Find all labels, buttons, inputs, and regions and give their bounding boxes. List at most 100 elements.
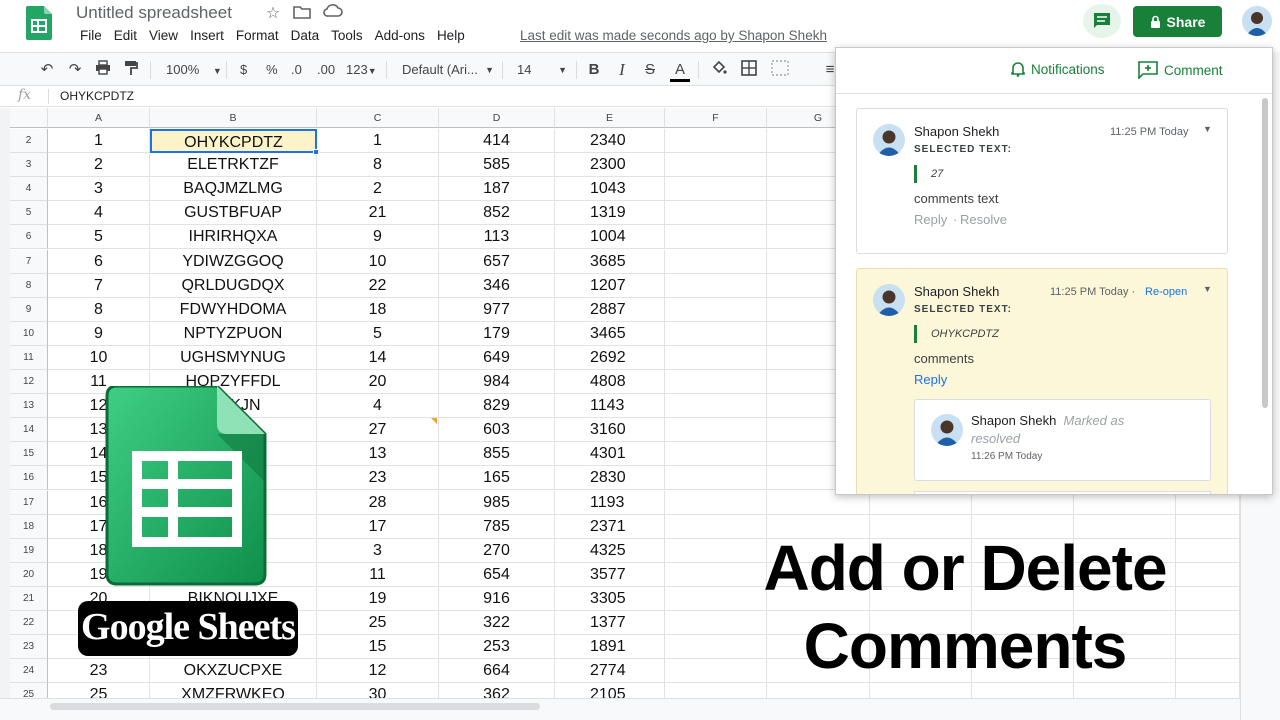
table-cell[interactable]: 10 [48, 345, 150, 370]
merge-cells-icon[interactable] [770, 60, 790, 80]
table-cell[interactable]: 12 [317, 659, 439, 684]
reopen-link[interactable]: Re-open [1145, 286, 1187, 298]
table-cell[interactable]: 20 [317, 370, 439, 394]
reply-box[interactable] [914, 491, 1211, 494]
table-cell[interactable]: 5 [317, 321, 439, 346]
table-cell[interactable]: 785 [439, 514, 555, 539]
menu-edit[interactable]: Edit [108, 27, 143, 45]
table-cell[interactable]: 1891 [555, 635, 665, 660]
table-cell[interactable] [665, 153, 767, 178]
table-cell[interactable]: 5 [48, 225, 150, 250]
row-header[interactable]: 15 [10, 442, 48, 467]
table-cell[interactable]: 362 [439, 683, 555, 698]
table-cell[interactable]: 1193 [555, 490, 665, 515]
table-cell[interactable]: 4808 [555, 370, 665, 394]
menu-addons[interactable]: Add-ons [369, 27, 431, 45]
table-cell[interactable]: 603 [439, 418, 555, 443]
row-header[interactable]: 14 [10, 418, 48, 443]
table-cell[interactable]: 3160 [555, 418, 665, 443]
table-cell[interactable]: BAQJMZLMG [150, 177, 317, 202]
resolve-link[interactable]: Resolve [960, 212, 1007, 227]
table-cell[interactable]: 2774 [555, 659, 665, 684]
comment-options-icon[interactable]: ▼ [1203, 284, 1212, 294]
row-header[interactable]: 3 [10, 153, 48, 178]
zoom-select[interactable]: 100% ▼ [166, 60, 222, 81]
table-cell[interactable]: 10 [317, 249, 439, 274]
table-cell[interactable] [665, 394, 767, 419]
table-cell[interactable]: 414 [439, 129, 555, 153]
table-cell[interactable] [665, 129, 767, 153]
undo-icon[interactable]: ↶ [37, 60, 57, 80]
menu-help[interactable]: Help [431, 27, 471, 45]
table-cell[interactable]: 23 [317, 466, 439, 491]
cloud-status-icon[interactable] [323, 4, 343, 24]
table-cell[interactable]: 3577 [555, 562, 665, 587]
table-cell[interactable]: 7 [48, 273, 150, 298]
table-cell[interactable]: 11 [317, 562, 439, 587]
table-cell[interactable]: 4325 [555, 538, 665, 563]
table-cell[interactable]: 253 [439, 635, 555, 660]
table-cell[interactable] [665, 249, 767, 274]
reply-link[interactable]: Reply [914, 212, 947, 227]
folder-move-icon[interactable] [292, 4, 312, 24]
table-cell[interactable]: 27 [317, 418, 439, 443]
column-header-c[interactable]: C [317, 108, 439, 128]
column-header-f[interactable]: F [665, 108, 767, 128]
table-cell[interactable]: 270 [439, 538, 555, 563]
table-cell[interactable]: 1004 [555, 225, 665, 250]
table-cell[interactable]: 19 [317, 586, 439, 611]
table-cell[interactable]: 1 [48, 129, 150, 153]
comments-scrollbar[interactable] [1262, 98, 1268, 408]
menu-file[interactable]: File [74, 27, 108, 45]
table-cell[interactable] [665, 273, 767, 298]
row-header[interactable]: 22 [10, 611, 48, 635]
table-cell[interactable]: 2 [48, 153, 150, 178]
comment-indicator[interactable] [431, 418, 437, 424]
table-cell[interactable]: IHRIRHQXA [150, 225, 317, 250]
table-cell[interactable]: 14 [317, 345, 439, 370]
row-header[interactable]: 13 [10, 394, 48, 419]
strikethrough-icon[interactable]: S [640, 60, 660, 80]
share-button[interactable]: Share [1133, 6, 1222, 37]
row-header[interactable]: 11 [10, 345, 48, 370]
table-cell[interactable]: 165 [439, 466, 555, 491]
table-cell[interactable]: 1319 [555, 201, 665, 226]
comment-options-icon[interactable]: ▼ [1203, 124, 1212, 134]
table-cell[interactable]: 9 [48, 321, 150, 346]
table-cell[interactable]: 15 [317, 635, 439, 660]
menu-data[interactable]: Data [285, 27, 326, 45]
select-all-corner[interactable] [10, 108, 48, 128]
table-cell[interactable]: 4 [48, 201, 150, 226]
currency-format-button[interactable]: $ [240, 60, 247, 80]
document-title[interactable]: Untitled spreadsheet [76, 3, 232, 23]
table-cell[interactable] [665, 418, 767, 443]
table-cell[interactable]: 2 [317, 177, 439, 202]
row-header[interactable]: 17 [10, 490, 48, 515]
row-header[interactable]: 12 [10, 370, 48, 394]
open-comments-button[interactable] [1083, 4, 1121, 38]
row-header[interactable]: 21 [10, 586, 48, 611]
table-cell[interactable]: 3465 [555, 321, 665, 346]
table-cell[interactable] [665, 442, 767, 467]
percent-format-button[interactable]: % [266, 60, 278, 80]
fill-color-icon[interactable] [709, 60, 729, 80]
table-cell[interactable]: 3 [48, 177, 150, 202]
add-comment-button[interactable]: Comment [1138, 61, 1223, 79]
row-header[interactable]: 7 [10, 249, 48, 274]
increase-decimal-button[interactable]: .00 [317, 60, 335, 80]
table-cell[interactable]: 1 [317, 129, 439, 153]
table-cell[interactable]: 8 [48, 297, 150, 322]
bold-icon[interactable]: B [584, 60, 604, 80]
table-cell[interactable]: 25 [317, 611, 439, 635]
menu-view[interactable]: View [143, 27, 184, 45]
horizontal-scrollbar[interactable] [0, 698, 1240, 720]
formula-input[interactable]: OHYKCPDTZ [60, 89, 134, 103]
table-cell[interactable]: 13 [317, 442, 439, 467]
table-cell[interactable]: 1143 [555, 394, 665, 419]
paint-format-icon[interactable] [121, 60, 141, 80]
table-cell[interactable]: 2830 [555, 466, 665, 491]
table-cell[interactable]: 829 [439, 394, 555, 419]
table-cell[interactable]: 855 [439, 442, 555, 467]
table-cell[interactable]: YDIWZGGOQ [150, 249, 317, 274]
table-cell[interactable]: 8 [317, 153, 439, 178]
